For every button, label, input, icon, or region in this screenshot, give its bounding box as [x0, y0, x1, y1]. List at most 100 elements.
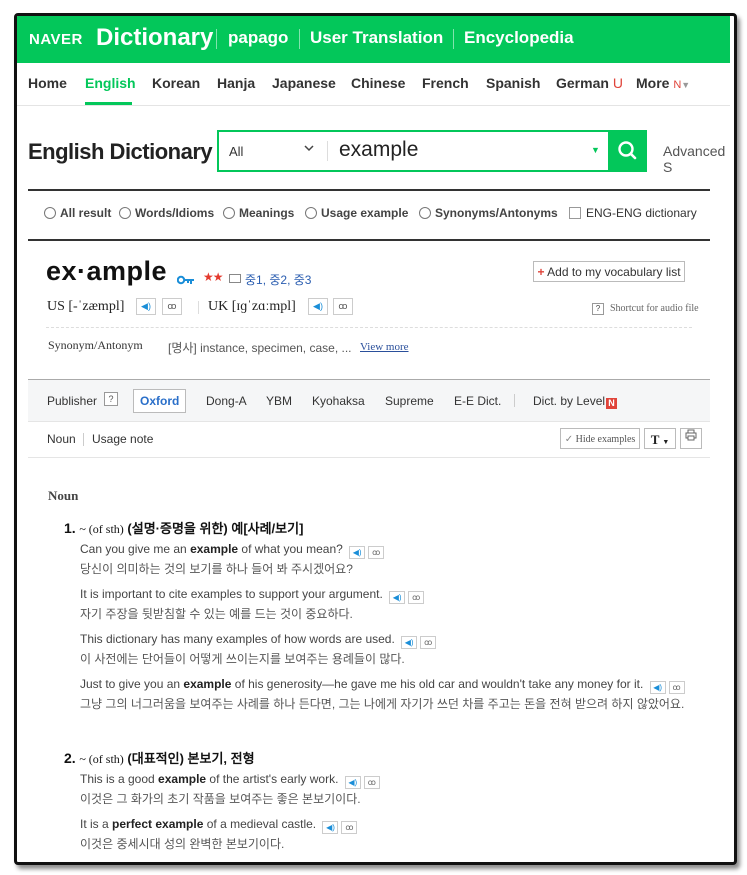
chevron-down-icon[interactable] — [303, 142, 315, 157]
radio-icon — [305, 207, 317, 219]
update-mark: U — [612, 75, 623, 91]
link-papago[interactable]: papago — [228, 28, 288, 48]
example-korean: 이 사전에는 단어들이 어떻게 쓰이는지를 보여주는 용례들이 많다. — [80, 652, 405, 666]
divider — [453, 29, 454, 49]
tab-kyohaksa[interactable]: Kyohaksa — [312, 394, 365, 408]
headword: ex·ample — [46, 256, 168, 286]
autocomplete-toggle-icon[interactable]: ▼ — [591, 145, 600, 155]
speaker-icon[interactable]: ◀) — [344, 776, 361, 789]
hide-examples-button[interactable]: ✓ Hide examples — [560, 428, 640, 449]
repeat-icon[interactable]: ꝏ — [668, 681, 685, 694]
example-text: of a medieval castle. — [203, 817, 317, 831]
uk-pronunciation: UK [ɪɡˈzɑːmpl] — [208, 299, 296, 314]
repeat-icon[interactable]: ꝏ — [341, 821, 358, 834]
speaker-icon[interactable]: ◀) — [649, 681, 666, 694]
question-icon: ? — [592, 303, 604, 315]
example-text: of the artist's early work. — [206, 772, 339, 786]
print-icon[interactable] — [680, 428, 702, 449]
tab-home[interactable]: Home — [28, 75, 67, 91]
radio-icon — [419, 207, 431, 219]
search-icon — [618, 141, 637, 160]
tab-chinese[interactable]: Chinese — [351, 75, 405, 91]
example-text: This dictionary has many examples of how… — [80, 632, 395, 646]
repeat-icon[interactable]: ꝏ — [333, 298, 353, 315]
filter-label: Meanings — [239, 206, 295, 220]
noun-anchor[interactable]: Noun — [47, 432, 76, 446]
tab-english[interactable]: English — [85, 75, 136, 91]
example-english: It is a perfect example of a medieval ca… — [80, 816, 710, 834]
question-icon[interactable]: ? — [104, 392, 118, 406]
filter-all-result[interactable]: All result — [44, 206, 111, 220]
example-english: Just to give you an example of his gener… — [80, 676, 710, 694]
divider — [299, 29, 300, 49]
font-size-button[interactable]: T ▼ — [644, 428, 676, 449]
tab-ee-dict[interactable]: E-E Dict. — [454, 394, 501, 408]
eng-eng-checkbox[interactable]: ENG-ENG dictionary — [569, 206, 697, 220]
tab-japanese[interactable]: Japanese — [272, 75, 336, 91]
speaker-icon[interactable]: ◀) — [308, 298, 328, 315]
checkbox-icon — [569, 207, 581, 219]
dictionary-logo[interactable]: Dictionary — [96, 24, 213, 52]
add-to-vocabulary-button[interactable]: + Add to my vocabulary list — [533, 261, 685, 282]
keyword: example — [158, 772, 207, 786]
divider — [216, 29, 217, 49]
view-more-link[interactable]: View more — [360, 341, 409, 353]
usage-note-anchor[interactable]: Usage note — [92, 432, 153, 446]
repeat-icon[interactable]: ꝏ — [368, 546, 385, 559]
tab-spanish[interactable]: Spanish — [486, 75, 540, 91]
page-title: English Dictionary — [28, 139, 213, 164]
link-user-translation[interactable]: User Translation — [310, 28, 443, 48]
scope-select[interactable]: All — [229, 144, 243, 159]
advanced-search-link[interactable]: Advanced S — [663, 143, 730, 175]
filter-synonyms-antonyms[interactable]: Synonyms/Antonyms — [419, 206, 558, 220]
audio-shortcut-help[interactable]: ? Shortcut for audio file — [592, 303, 699, 315]
filter-words-idioms[interactable]: Words/Idioms — [119, 206, 214, 220]
tab-dict-by-level[interactable]: Dict. by Level N — [533, 394, 618, 409]
screenshot-frame: NAVER Dictionary papago User Translation… — [14, 13, 737, 865]
radio-icon — [119, 207, 131, 219]
publisher-label: Publisher — [47, 394, 98, 408]
tab-supreme[interactable]: Supreme — [385, 394, 434, 408]
new-badge-icon: N — [606, 398, 618, 409]
speaker-icon[interactable]: ◀) — [322, 821, 339, 834]
sense-2: 2. ~ (of sth) (대표적인) 본보기, 전형 — [64, 748, 255, 767]
example-text: Can you give me an — [80, 542, 191, 556]
keyword: example — [183, 677, 232, 691]
speaker-icon[interactable]: ◀) — [401, 636, 418, 649]
filter-usage-example[interactable]: Usage example — [305, 206, 408, 220]
repeat-icon[interactable]: ꝏ — [420, 636, 437, 649]
link-encyclopedia[interactable]: Encyclopedia — [464, 28, 574, 48]
sense-number: 1. — [64, 520, 76, 536]
speaker-icon[interactable]: ◀) — [389, 591, 406, 604]
us-pronunciation: US [-ˈzæmpl] — [47, 299, 125, 314]
speaker-icon[interactable]: ◀) — [349, 546, 366, 559]
tab-french[interactable]: French — [422, 75, 469, 91]
tab-oxford[interactable]: Oxford — [133, 389, 187, 413]
repeat-icon[interactable]: ꝏ — [408, 591, 425, 604]
tab-german[interactable]: German U — [556, 75, 623, 91]
filter-label: Usage example — [321, 206, 409, 220]
example-english: This is a good example of the artist's e… — [80, 771, 710, 789]
speaker-icon[interactable]: ◀) — [136, 298, 156, 315]
tab-hanja[interactable]: Hanja — [217, 75, 255, 91]
tab-korean[interactable]: Korean — [152, 75, 200, 91]
radio-icon — [223, 207, 235, 219]
search-button[interactable] — [608, 130, 647, 172]
example-text: of what you mean? — [238, 542, 343, 556]
plus-icon: + — [537, 265, 545, 279]
section-bar: Noun Usage note ✓ Hide examples T ▼ — [28, 420, 710, 458]
example-sentence: This is a good example of the artist's e… — [80, 771, 710, 807]
search-input[interactable] — [339, 137, 569, 163]
tab-dong-a[interactable]: Dong-A — [206, 394, 247, 408]
repeat-icon[interactable]: ꝏ — [363, 776, 380, 789]
vocab-button-label: Add to my vocabulary list — [547, 265, 681, 279]
example-sentence: Just to give you an example of his gener… — [80, 676, 710, 712]
tab-more[interactable]: More N▼ — [636, 75, 690, 91]
example-korean: 자기 주장을 뒷받침할 수 있는 예를 드는 것이 중요하다. — [80, 607, 353, 621]
dictionary-page: NAVER Dictionary papago User Translation… — [17, 16, 730, 858]
tab-ybm[interactable]: YBM — [266, 394, 292, 408]
naver-logo[interactable]: NAVER — [29, 31, 83, 48]
repeat-icon[interactable]: ꝏ — [162, 298, 182, 315]
radio-icon — [44, 207, 56, 219]
filter-meanings[interactable]: Meanings — [223, 206, 294, 220]
